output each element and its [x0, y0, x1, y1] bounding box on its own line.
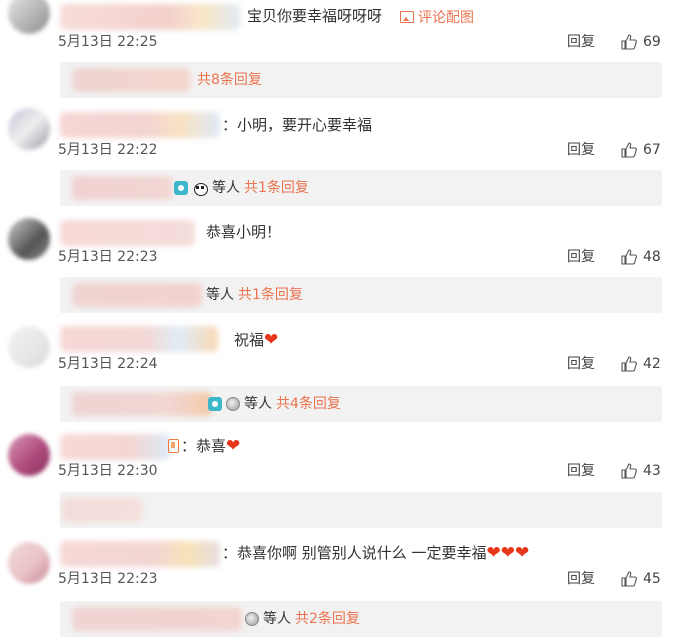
avatar[interactable] — [8, 542, 50, 584]
comment-image-link-label: 评论配图 — [418, 10, 474, 26]
like-count: 45 — [643, 571, 661, 587]
like-count: 42 — [643, 356, 661, 372]
medal-icon — [226, 397, 240, 411]
thumbs-up-icon — [621, 571, 637, 587]
avatar[interactable] — [8, 218, 50, 260]
camera-badge-icon — [174, 181, 188, 195]
avatar[interactable] — [8, 0, 50, 34]
sub-reply-names-blurred — [72, 607, 242, 631]
medal-icon — [245, 612, 259, 626]
sub-reply-names-blurred — [72, 68, 190, 92]
sub-reply-others: 等人 — [263, 611, 291, 627]
comment-image-link[interactable]: 评论配图 — [400, 7, 474, 27]
comment-text-body: ：恭喜 — [181, 437, 227, 455]
like-button[interactable]: 43 — [621, 462, 661, 480]
sub-reply-bar: 共8条回复 — [60, 62, 662, 98]
sub-reply-bar: 等人 共1条回复 — [60, 277, 662, 313]
comment-text: 恭喜小明！ — [206, 223, 282, 241]
sub-reply-names-blurred — [72, 392, 212, 416]
comment-time: 5月13日 22:23 — [58, 249, 158, 265]
heart-emoji: ❤❤❤ — [486, 543, 530, 563]
like-button[interactable]: 69 — [621, 33, 661, 51]
like-button[interactable]: 42 — [621, 355, 661, 373]
thumbs-up-icon — [621, 356, 637, 372]
like-count: 48 — [643, 249, 661, 265]
reply-button[interactable]: 回复 — [567, 33, 595, 51]
like-button[interactable]: 67 — [621, 141, 661, 159]
thumbs-up-icon — [621, 249, 637, 265]
comment-time: 5月13日 22:24 — [58, 356, 158, 372]
username-blurred[interactable] — [60, 112, 220, 138]
picture-icon — [400, 11, 414, 23]
sub-reply-count-link[interactable]: 共2条回复 — [295, 609, 360, 629]
sub-reply-names-blurred — [72, 283, 202, 307]
comment-time: 5月13日 22:23 — [58, 571, 158, 587]
avatar[interactable] — [8, 108, 50, 150]
camera-badge-icon — [208, 397, 222, 411]
like-count: 69 — [643, 34, 661, 50]
sub-reply-bar — [60, 492, 662, 528]
comment-time: 5月13日 22:22 — [58, 142, 158, 158]
sub-reply-count-link[interactable]: 共4条回复 — [276, 394, 341, 414]
comment-text: ：小明，要开心要幸福 — [222, 116, 373, 134]
badge-icon — [168, 439, 179, 453]
username-blurred[interactable] — [60, 220, 195, 246]
comment-text: 宝贝你要幸福呀呀呀 — [247, 7, 383, 25]
sub-reply-others: 等人 — [212, 180, 240, 196]
comment-text: 祝福❤ — [234, 330, 278, 350]
sub-reply-count-link[interactable]: 共1条回复 — [238, 285, 303, 305]
comment-text: ：恭喜 ❤ — [168, 436, 240, 456]
sub-reply-others: 等人 — [244, 396, 272, 412]
reply-button[interactable]: 回复 — [567, 248, 595, 266]
username-blurred[interactable] — [60, 326, 218, 352]
avatar[interactable] — [8, 434, 50, 476]
sub-reply-names-blurred — [62, 498, 142, 522]
sub-reply-count-link[interactable]: 共8条回复 — [197, 70, 262, 90]
comment-text-body: 祝福 — [234, 331, 265, 349]
avatar[interactable] — [8, 326, 50, 368]
reply-button[interactable]: 回复 — [567, 570, 595, 588]
username-blurred[interactable] — [60, 4, 240, 30]
panda-icon — [192, 181, 208, 196]
sub-reply-others: 等人 — [206, 287, 234, 303]
sub-reply-count-link[interactable]: 共1条回复 — [244, 178, 309, 198]
sub-reply-bar: 等人 共4条回复 — [60, 386, 662, 422]
comment-text-body: ：恭喜你啊 别管别人说什么 一定要幸福 — [222, 544, 487, 562]
reply-button[interactable]: 回复 — [567, 141, 595, 159]
thumbs-up-icon — [621, 463, 637, 479]
heart-emoji: ❤ — [264, 330, 279, 350]
comment-text: ：恭喜你啊 别管别人说什么 一定要幸福❤❤❤ — [222, 543, 529, 563]
like-button[interactable]: 45 — [621, 570, 661, 588]
like-button[interactable]: 48 — [621, 248, 661, 266]
reply-button[interactable]: 回复 — [567, 462, 595, 480]
comment-time: 5月13日 22:25 — [58, 34, 158, 50]
thumbs-up-icon — [621, 34, 637, 50]
username-blurred[interactable] — [60, 434, 170, 460]
username-blurred[interactable] — [60, 541, 220, 567]
sub-reply-names-blurred — [72, 176, 172, 200]
sub-reply-bar: 等人 共1条回复 — [60, 170, 662, 206]
like-count: 43 — [643, 463, 661, 479]
heart-emoji: ❤ — [226, 436, 241, 456]
like-count: 67 — [643, 142, 661, 158]
thumbs-up-icon — [621, 142, 637, 158]
comment-time: 5月13日 22:30 — [58, 463, 158, 479]
reply-button[interactable]: 回复 — [567, 355, 595, 373]
sub-reply-bar: 等人 共2条回复 — [60, 601, 662, 637]
